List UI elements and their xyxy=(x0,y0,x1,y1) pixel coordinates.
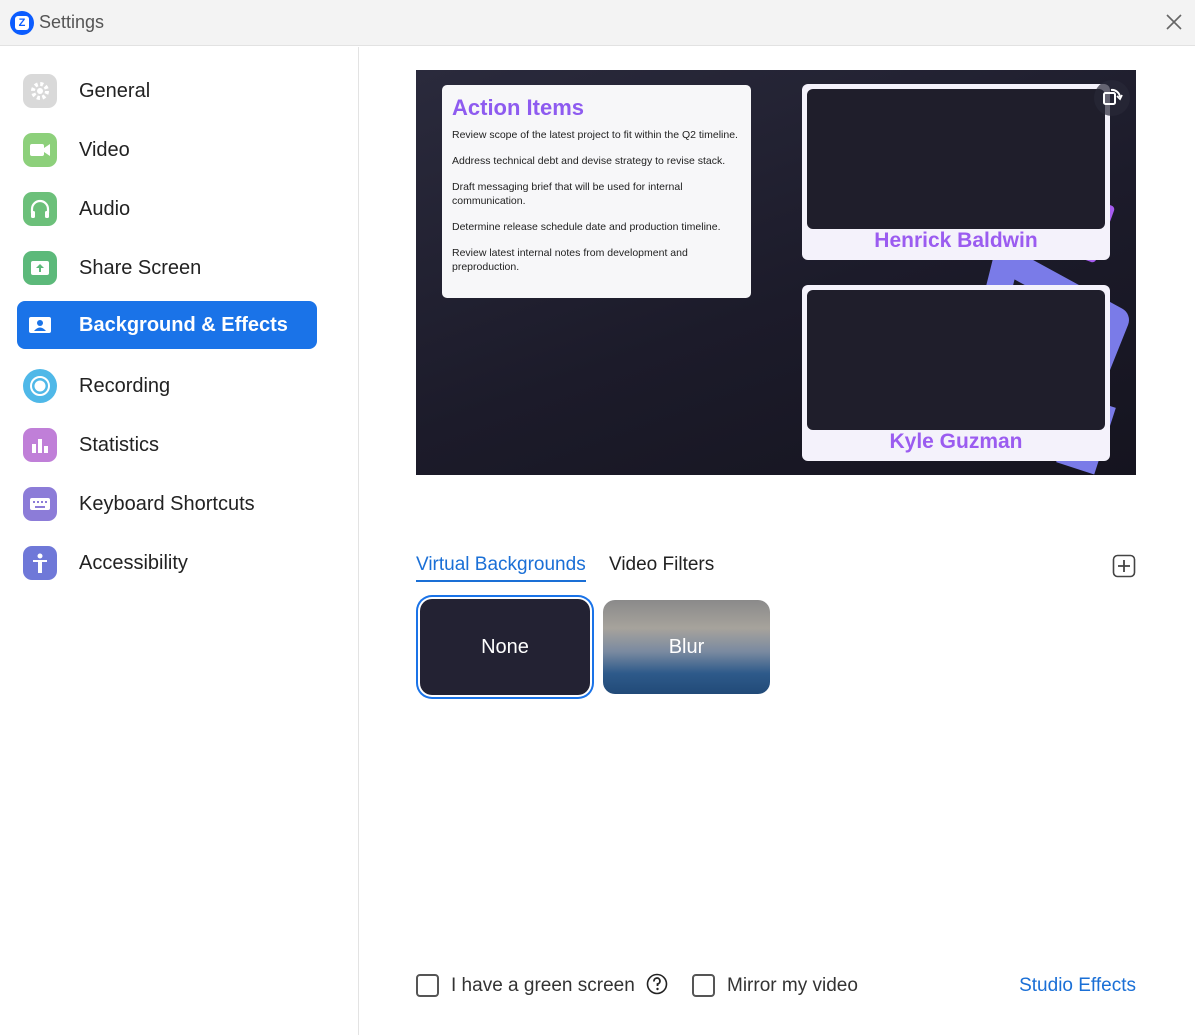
close-button[interactable] xyxy=(1160,8,1188,36)
studio-effects-link[interactable]: Studio Effects xyxy=(1019,975,1136,997)
bar-chart-icon xyxy=(23,428,57,462)
tab-virtual-backgrounds[interactable]: Virtual Backgrounds xyxy=(416,554,586,582)
main-panel: Action Items Review scope of the latest … xyxy=(360,47,1195,1035)
sidebar-item-label: Background & Effects xyxy=(79,313,288,336)
logo-letter: Z xyxy=(15,16,29,30)
share-screen-icon xyxy=(23,251,57,285)
sidebar-item-accessibility[interactable]: Accessibility xyxy=(17,539,317,587)
sidebar-item-video[interactable]: Video xyxy=(17,126,317,174)
sidebar-item-recording[interactable]: Recording xyxy=(17,362,317,410)
headphones-icon xyxy=(23,192,57,226)
keyboard-icon xyxy=(23,487,57,521)
window-title: Settings xyxy=(39,12,105,32)
participant-name: Kyle Guzman xyxy=(889,430,1023,453)
video-camera-icon xyxy=(23,133,57,167)
slide-item: Determine release schedule date and prod… xyxy=(452,221,721,233)
slide-item: Address technical debt and devise strate… xyxy=(452,155,726,167)
mirror-video-checkbox[interactable] xyxy=(692,974,715,997)
background-option-label: Blur xyxy=(668,635,705,658)
video-preview: Action Items Review scope of the latest … xyxy=(416,70,1136,475)
sidebar: General Video Audio Share Screen Backgro… xyxy=(0,47,359,1035)
sidebar-item-general[interactable]: General xyxy=(17,67,317,115)
close-icon xyxy=(1166,14,1182,30)
sidebar-item-background-effects[interactable]: Background & Effects xyxy=(17,301,317,349)
background-option-blur[interactable]: Blur xyxy=(603,600,770,694)
settings-window: Z Settings General Video Audio Share Scr… xyxy=(0,0,1195,1035)
accessibility-icon xyxy=(23,546,57,580)
background-option-label: None xyxy=(481,635,529,658)
participant-video xyxy=(807,89,1105,229)
sidebar-item-label: Audio xyxy=(79,197,131,220)
sidebar-item-label: General xyxy=(79,79,151,102)
rotate-camera-icon[interactable] xyxy=(1094,80,1130,116)
green-screen-label: I have a green screen xyxy=(451,975,635,996)
sidebar-item-label: Statistics xyxy=(79,433,160,456)
sidebar-item-share-screen[interactable]: Share Screen xyxy=(17,244,317,292)
sidebar-item-label: Keyboard Shortcuts xyxy=(79,492,255,515)
record-icon xyxy=(23,369,57,403)
zoom-logo-icon: Z xyxy=(10,11,34,35)
footer-options: I have a green screen Mirror my video St… xyxy=(416,972,1136,1002)
sidebar-item-statistics[interactable]: Statistics xyxy=(17,421,317,469)
participant-video xyxy=(807,290,1105,430)
help-icon[interactable] xyxy=(646,973,668,995)
sidebar-item-label: Accessibility xyxy=(79,551,188,574)
sidebar-item-audio[interactable]: Audio xyxy=(17,185,317,233)
participant-tile: Kyle Guzman xyxy=(802,285,1110,461)
person-background-icon xyxy=(23,308,57,342)
slide-item: Draft messaging brief that will be used … xyxy=(452,181,683,207)
gear-icon xyxy=(23,74,57,108)
green-screen-checkbox[interactable] xyxy=(416,974,439,997)
background-option-none[interactable]: None xyxy=(420,599,590,695)
tab-video-filters[interactable]: Video Filters xyxy=(609,554,714,580)
slide-card: Action Items Review scope of the latest … xyxy=(442,85,751,298)
mirror-video-label: Mirror my video xyxy=(727,975,858,996)
slide-item: Review latest internal notes from develo… xyxy=(452,247,688,273)
sidebar-item-label: Video xyxy=(79,138,130,161)
sidebar-item-label: Share Screen xyxy=(79,256,202,279)
sidebar-item-keyboard-shortcuts[interactable]: Keyboard Shortcuts xyxy=(17,480,317,528)
participant-tile: Henrick Baldwin xyxy=(802,84,1110,260)
add-background-button[interactable] xyxy=(1112,554,1136,578)
background-tabs: Virtual Backgrounds Video Filters xyxy=(416,554,1136,586)
slide-item: Review scope of the latest project to fi… xyxy=(452,129,738,141)
sidebar-item-label: Recording xyxy=(79,374,171,397)
plus-icon xyxy=(1112,554,1136,578)
participant-name: Henrick Baldwin xyxy=(874,229,1038,252)
slide-title: Action Items xyxy=(452,95,585,120)
title-bar: Z Settings xyxy=(0,0,1195,46)
